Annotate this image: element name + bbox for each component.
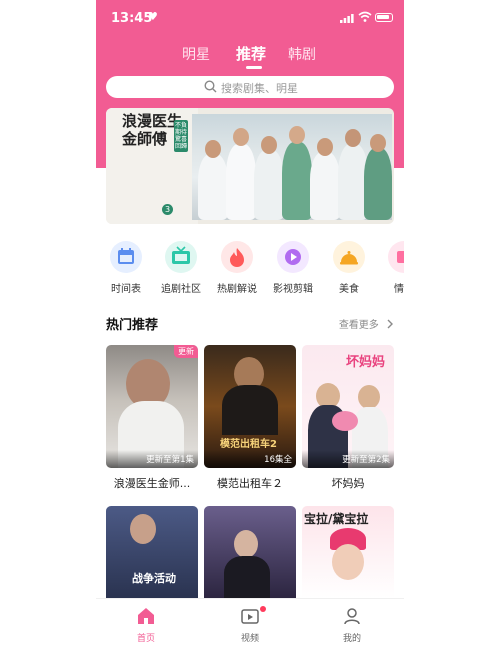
signal-icon <box>340 14 354 23</box>
search-input[interactable]: 搜索剧集、明星 <box>106 76 394 98</box>
entry-food[interactable]: 美食 <box>321 238 377 298</box>
battery-icon <box>375 13 393 22</box>
nav-label: 视频 <box>240 634 259 644</box>
tab-recommend[interactable]: 推荐 <box>236 43 266 64</box>
view-more-label: 查看更多 <box>338 320 379 331</box>
nav-home[interactable]: 首页 <box>116 603 176 651</box>
heart-icon: ♥ <box>148 10 158 23</box>
flame-icon <box>230 248 244 267</box>
episode-status: 16集全 <box>264 455 292 465</box>
active-tab-indicator <box>246 66 262 69</box>
drama-card-partial[interactable]: 宝拉/黛宝拉 <box>302 506 394 598</box>
food-cover-icon <box>340 251 358 265</box>
search-icon <box>204 80 217 93</box>
drama-poster: 模范出租车2 16集全 <box>204 345 296 468</box>
view-more-link[interactable]: 查看更多 <box>339 316 394 331</box>
status-bar: 13:45 ♥ <box>96 0 404 36</box>
entry-schedule[interactable]: 时间表 <box>98 238 154 298</box>
banner-title: 浪漫医生金師傅 <box>122 112 183 148</box>
status-time: 13:45 <box>111 11 153 26</box>
calendar-icon <box>118 248 134 264</box>
entry-video-clips[interactable]: 影视剪辑 <box>265 238 321 298</box>
entry-label: 美食 <box>339 284 359 295</box>
drama-poster: 坏妈妈 更新至第2集 <box>302 345 394 468</box>
wifi-icon <box>358 11 372 22</box>
update-badge: 更新 <box>174 345 198 358</box>
episode-status: 更新至第2集 <box>342 455 390 465</box>
top-tabs: 明星 推荐 韩剧 <box>96 40 404 70</box>
drama-card-partial[interactable] <box>204 506 296 598</box>
banner-tag: 不負期待 驚喜回歸 <box>174 120 188 152</box>
play-icon <box>285 249 301 265</box>
nav-label: 我的 <box>342 634 361 644</box>
entry-label: 追剧社区 <box>161 284 201 295</box>
drama-title: 模范出租车２ <box>217 477 283 490</box>
entry-label: 热剧解说 <box>217 284 257 295</box>
poster-title-text: 宝拉/黛宝拉 <box>304 512 369 526</box>
drama-title: 浪漫医生金师... <box>113 477 191 490</box>
heart-box-icon <box>397 251 404 263</box>
video-icon <box>241 609 259 624</box>
tab-stars[interactable]: 明星 <box>182 44 210 64</box>
tv-icon <box>172 246 190 264</box>
profile-icon <box>344 608 360 625</box>
nav-label: 首页 <box>136 634 155 644</box>
drama-card-partial[interactable]: 战争活动 <box>106 506 198 598</box>
entry-community[interactable]: 追剧社区 <box>153 238 209 298</box>
nav-profile[interactable]: 我的 <box>322 603 382 651</box>
poster-title-text: 模范出租车2 <box>220 439 277 450</box>
drama-poster: 更新 更新至第1集 <box>106 345 198 468</box>
episode-status: 更新至第1集 <box>146 455 194 465</box>
banner-cast-photo <box>192 114 392 220</box>
entry-label: 情感 <box>394 284 404 295</box>
notification-dot <box>260 606 266 612</box>
section-title: 热门推荐 <box>106 318 159 333</box>
entry-hot-commentary[interactable]: 热剧解说 <box>209 238 265 298</box>
nav-video[interactable]: 视频 <box>220 603 280 651</box>
poster-title-text: 战争活动 <box>132 572 176 585</box>
home-icon <box>138 608 154 624</box>
quick-entry-row: 时间表 追剧社区 热剧解说 影视剪辑 美食 情 <box>96 238 404 298</box>
poster-title-text: 坏妈妈 <box>346 355 386 370</box>
entry-label: 时间表 <box>111 284 141 295</box>
featured-banner[interactable]: 浪漫医生金師傅 不負期待 驚喜回歸 3 <box>106 108 394 224</box>
banner-season-badge: 3 <box>162 204 173 215</box>
entry-label: 影视剪辑 <box>273 284 313 295</box>
tab-korean-drama[interactable]: 韩剧 <box>288 44 316 64</box>
hot-recommend-header: 热门推荐 查看更多 <box>106 314 394 334</box>
entry-emotion[interactable]: 情感 <box>376 238 404 298</box>
bottom-nav: 首页 视频 我的 <box>96 598 404 656</box>
app-screen: 13:45 ♥ 明星 推荐 韩剧 搜索剧集、明星 浪漫医生金師傅 不負期待 驚喜… <box>96 0 404 656</box>
chevron-right-icon <box>387 319 393 329</box>
search-placeholder: 搜索剧集、明星 <box>221 82 298 95</box>
drama-title: 坏妈妈 <box>331 477 365 490</box>
